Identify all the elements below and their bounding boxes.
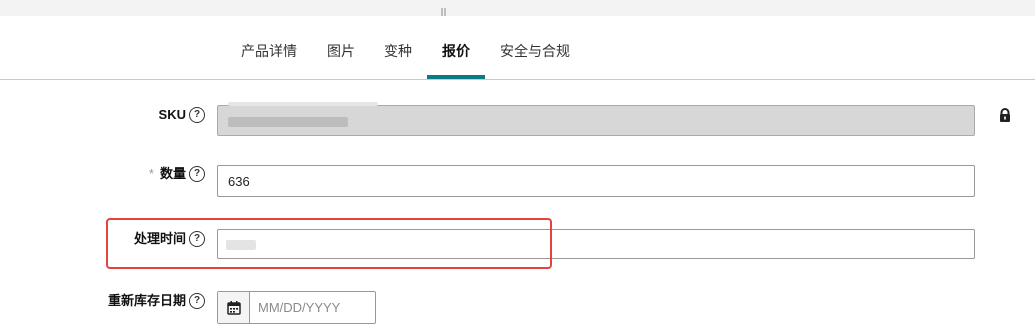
restock-date-picker [217, 291, 391, 324]
restock-date-label: 重新库存日期 [107, 293, 186, 308]
quantity-label: * 数量 [149, 165, 186, 183]
calendar-button[interactable] [218, 292, 250, 323]
restock-date-help-icon[interactable]: ? [189, 293, 205, 309]
tab-offer[interactable]: 报价 [442, 42, 470, 66]
tab-variants[interactable]: 变种 [384, 42, 412, 66]
handling-time-redacted-value [226, 240, 256, 250]
lock-icon [1000, 108, 1010, 122]
tab-images[interactable]: 图片 [327, 42, 355, 66]
handling-time-label: 处理时间 [133, 231, 186, 246]
quantity-input[interactable] [217, 165, 975, 197]
sku-redacted-value-top [228, 102, 378, 106]
sku-help-icon[interactable]: ? [189, 107, 205, 123]
tab-bar: 产品详情 图片 变种 报价 安全与合规 [0, 16, 1035, 80]
quantity-label-text: 数量 [159, 166, 186, 181]
required-mark: * [148, 166, 154, 181]
calendar-icon [226, 300, 241, 315]
quantity-help-icon[interactable]: ? [189, 166, 205, 182]
top-bar [0, 0, 1035, 16]
restock-date-input[interactable] [250, 292, 391, 323]
tabs-divider [0, 79, 1035, 80]
tab-safety-compliance[interactable]: 安全与合规 [500, 42, 570, 66]
sku-field [217, 102, 975, 136]
handling-time-input[interactable] [217, 229, 975, 259]
sku-label: SKU [158, 107, 186, 122]
handling-time-help-icon[interactable]: ? [189, 231, 205, 247]
tab-product-details[interactable]: 产品详情 [241, 42, 297, 66]
sku-redacted-value [228, 117, 348, 127]
cursor-mark [441, 8, 446, 16]
